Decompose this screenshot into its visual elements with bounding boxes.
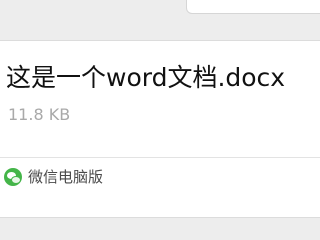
- chat-screen: 这是一个word文档.docx 11.8 KB 微信电脑版: [0, 0, 320, 240]
- file-name: 这是一个word文档.docx: [6, 63, 286, 92]
- previous-message-bubble[interactable]: [186, 0, 320, 14]
- wechat-icon: [4, 168, 22, 186]
- source-label: 微信电脑版: [28, 168, 104, 186]
- source-row: 微信电脑版: [0, 158, 320, 218]
- file-message-card[interactable]: 这是一个word文档.docx 11.8 KB 微信电脑版: [0, 40, 320, 218]
- file-size: 11.8 KB: [8, 105, 71, 124]
